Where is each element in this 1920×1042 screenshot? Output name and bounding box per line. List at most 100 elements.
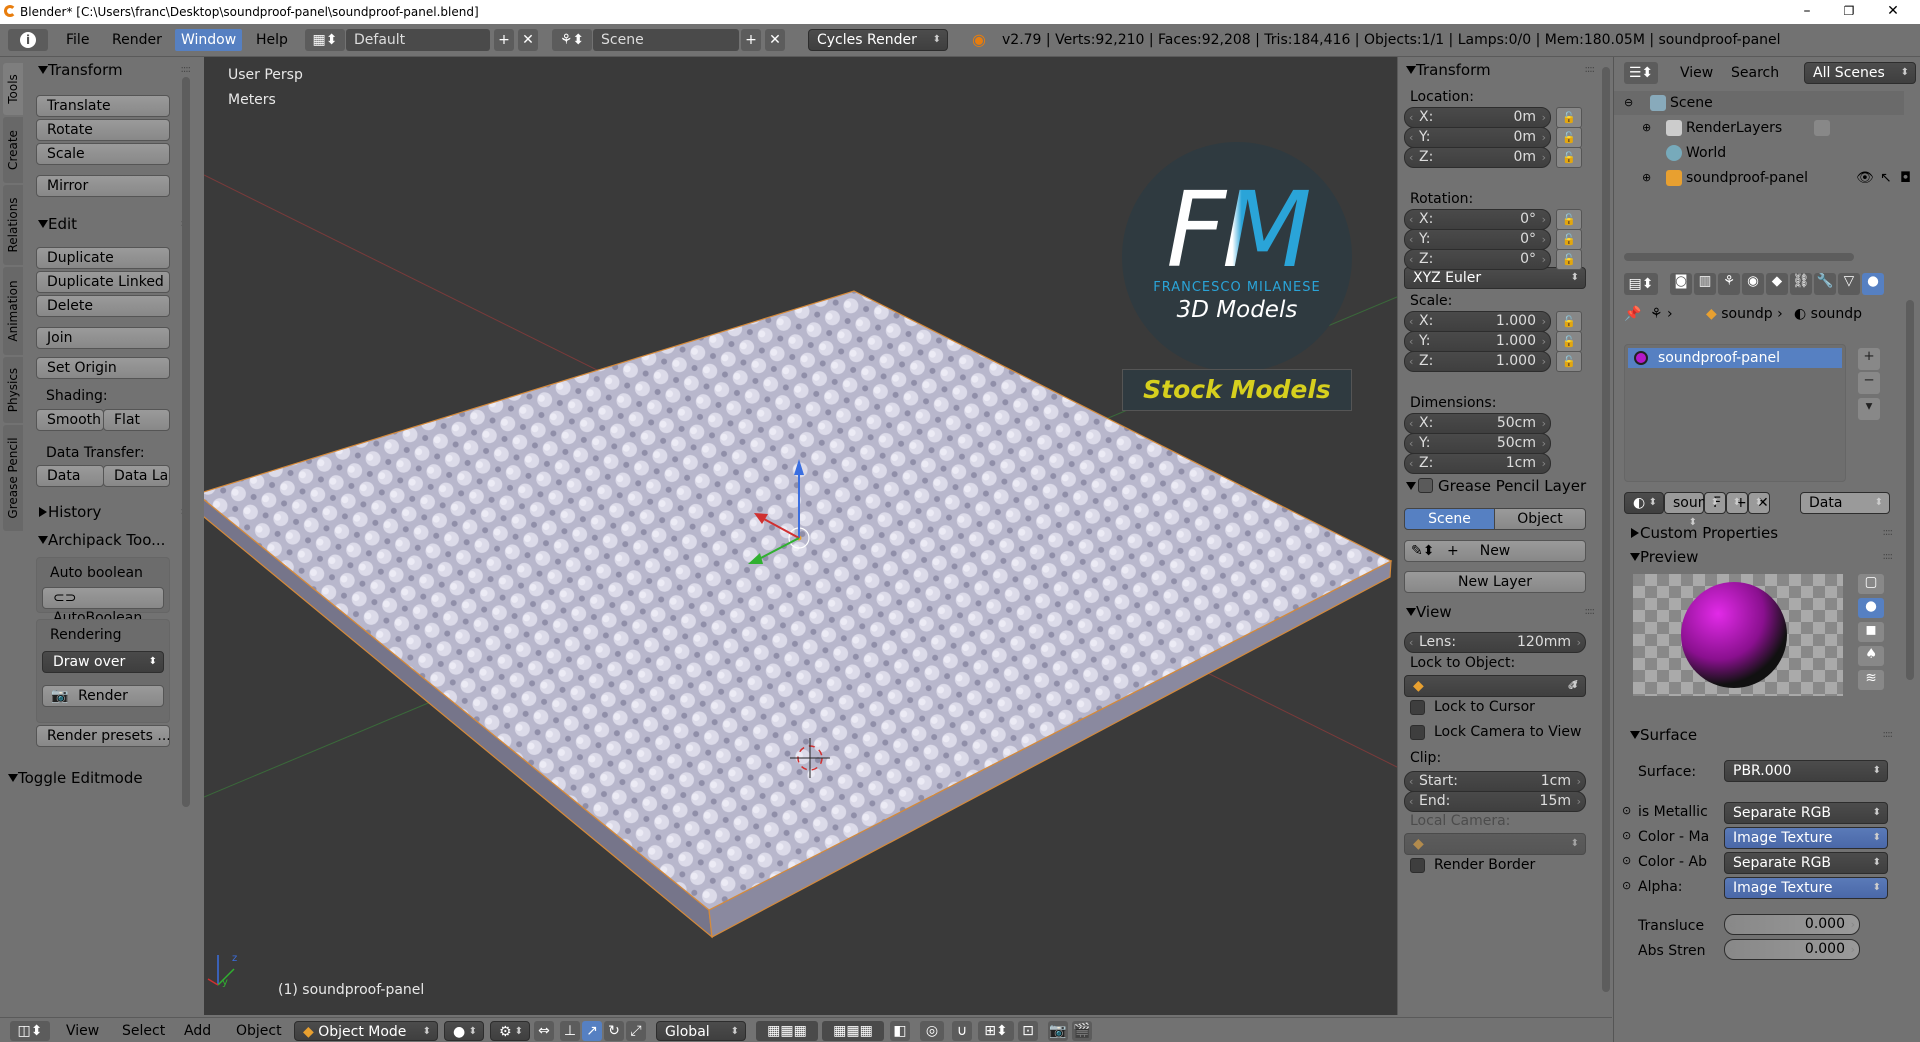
object-tab-icon[interactable]: ◆ xyxy=(1766,273,1788,295)
scene-tab-icon[interactable]: ⚘ xyxy=(1718,273,1740,295)
grease-pencil-header[interactable]: Grease Pencil Layer xyxy=(1404,475,1600,497)
socket-node-select[interactable]: Image Texture xyxy=(1724,877,1888,899)
dimensions-x-field[interactable]: X:50cm xyxy=(1404,413,1551,434)
toolshelf-scrollbar[interactable] xyxy=(182,77,190,807)
lens-field[interactable]: Lens:120mm xyxy=(1404,632,1586,653)
socket-link-icon[interactable]: ⊙ xyxy=(1622,854,1631,867)
panel-toggle-editmode[interactable]: Toggle Editmode xyxy=(6,767,196,789)
scale-z-lock-icon[interactable]: 🔓 xyxy=(1556,351,1582,372)
rotation-mode-select[interactable]: XYZ Euler xyxy=(1404,267,1586,289)
rotation-z-lock-icon[interactable]: 🔓 xyxy=(1556,249,1582,270)
menu-file[interactable]: File xyxy=(60,29,95,51)
render-engine-select[interactable]: Cycles Render xyxy=(808,29,948,51)
smooth-button[interactable]: Smooth xyxy=(36,409,104,431)
outliner-row-object[interactable]: ⊕ soundproof-panel 👁 ↖ ◘ xyxy=(1614,166,1911,190)
menu-view[interactable]: View xyxy=(66,1021,99,1041)
preview-flat-icon[interactable]: ▢ xyxy=(1858,574,1884,594)
data-tab-icon[interactable]: ▽ xyxy=(1838,273,1860,295)
auto-boolean-button[interactable]: ⊂⊃ AutoBoolean xyxy=(42,587,164,626)
preview-hair-icon[interactable]: ≋ xyxy=(1858,670,1884,690)
join-button[interactable]: Join xyxy=(36,327,170,349)
opengl-render-icon[interactable]: 📷 xyxy=(1048,1021,1068,1041)
add-scene-icon[interactable]: + xyxy=(741,29,761,51)
outliner-type-icon[interactable]: ☰⬍ xyxy=(1624,62,1658,84)
menu-help[interactable]: Help xyxy=(250,29,294,51)
duplicate-button[interactable]: Duplicate xyxy=(36,247,170,269)
location-z-field[interactable]: Z:0m xyxy=(1404,147,1551,168)
menu-object[interactable]: Object xyxy=(236,1021,282,1041)
editor-type-button[interactable]: i xyxy=(8,29,48,51)
socket-node-select[interactable]: Image Texture xyxy=(1724,827,1888,849)
properties-scrollbar[interactable] xyxy=(1906,300,1914,680)
translate-button[interactable]: Translate xyxy=(36,95,170,117)
scale-x-lock-icon[interactable]: 🔓 xyxy=(1556,311,1582,332)
rotation-z-field[interactable]: Z:0° xyxy=(1404,249,1551,270)
editor-type-3dview-icon[interactable]: ◫⬍ xyxy=(10,1021,50,1041)
data-layout-button[interactable]: Data La xyxy=(103,465,170,487)
rotate-manipulator-icon[interactable]: ↻ xyxy=(604,1021,624,1041)
outliner-search-menu[interactable]: Search xyxy=(1731,62,1779,84)
draw-over-select[interactable]: Draw over ⬍ xyxy=(42,651,164,673)
scale-manipulator-icon[interactable]: ⤢ xyxy=(626,1021,646,1041)
preview-sphere-icon[interactable]: ● xyxy=(1858,598,1884,618)
menu-render[interactable]: Render xyxy=(106,29,168,51)
tab-grease-pencil[interactable]: Grease Pencil xyxy=(3,425,23,531)
unlink-material-button[interactable]: ✕ xyxy=(1748,492,1770,514)
tab-animation[interactable]: Animation xyxy=(3,267,23,355)
panel-archipack-header[interactable]: Archipack Too... xyxy=(36,529,196,551)
rotation-y-field[interactable]: Y:0° xyxy=(1404,229,1551,250)
mode-select[interactable]: ◆ Object Mode xyxy=(294,1021,438,1042)
render-border-checkbox[interactable] xyxy=(1410,858,1425,873)
close-button[interactable]: ✕ xyxy=(1870,0,1916,24)
outliner-row-renderlayers[interactable]: ⊕ RenderLayers xyxy=(1614,116,1904,140)
properties-type-icon[interactable]: ▤⬍ xyxy=(1624,273,1658,295)
lock-object-field[interactable]: ◆ ✐ xyxy=(1404,675,1586,697)
maximize-button[interactable]: ❐ xyxy=(1826,0,1872,24)
render-camera-icon[interactable]: ◘ xyxy=(1900,166,1911,190)
preview-header[interactable]: Preview:::: xyxy=(1628,546,1898,568)
tab-create[interactable]: Create xyxy=(3,117,23,183)
new-material-button[interactable]: + xyxy=(1726,492,1748,514)
panel-history-header[interactable]: History:::: xyxy=(36,501,196,523)
material-tab-icon[interactable]: ● xyxy=(1862,273,1884,295)
layers-grid-1[interactable]: ▦▦▦ xyxy=(756,1021,818,1041)
flat-button[interactable]: Flat xyxy=(103,409,170,431)
outliner-hscrollbar[interactable] xyxy=(1624,253,1854,261)
local-camera-field[interactable]: ◆ xyxy=(1404,833,1586,855)
remove-slot-button[interactable]: − xyxy=(1858,372,1880,394)
outliner-filter-select[interactable]: All Scenes xyxy=(1804,62,1916,84)
grease-new-button[interactable]: ✎⬍ + New xyxy=(1404,540,1586,562)
location-x-lock-icon[interactable]: 🔓 xyxy=(1556,107,1582,128)
screen-layout-field[interactable]: Default xyxy=(346,29,490,51)
manipulator-axes-icon[interactable]: ⊥ xyxy=(560,1021,580,1041)
rotation-x-field[interactable]: X:0° xyxy=(1404,209,1551,230)
abs-strength-field[interactable]: 0.000 xyxy=(1724,939,1860,960)
material-name-field[interactable]: soun xyxy=(1664,492,1707,533)
render-tab-icon[interactable]: ◙ xyxy=(1670,273,1692,295)
remove-screen-icon[interactable]: ✕ xyxy=(518,29,538,51)
scale-x-field[interactable]: X:1.000 xyxy=(1404,311,1551,332)
add-screen-icon[interactable]: + xyxy=(494,29,514,51)
mirror-button[interactable]: Mirror xyxy=(36,175,170,197)
tab-relations[interactable]: Relations xyxy=(3,185,23,265)
lock-camera-checkbox[interactable] xyxy=(1410,725,1425,740)
scene-field[interactable]: Scene xyxy=(593,29,739,51)
snap-element-select[interactable]: ⊞⬍ xyxy=(978,1021,1014,1041)
minimize-button[interactable]: – xyxy=(1784,0,1830,24)
socket-node-select[interactable]: Separate RGB xyxy=(1724,852,1888,874)
rotation-x-lock-icon[interactable]: 🔓 xyxy=(1556,209,1582,230)
pin-icon[interactable]: 📌 xyxy=(1624,306,1641,322)
opengl-animation-icon[interactable]: 🎬 xyxy=(1072,1021,1092,1041)
socket-link-icon[interactable]: ⊙ xyxy=(1622,804,1631,817)
screen-layout-icon[interactable]: ▦⬍ xyxy=(305,29,345,51)
pivot-select[interactable]: ⚙ xyxy=(490,1021,530,1042)
outliner-view-menu[interactable]: View xyxy=(1680,62,1713,84)
outliner-row-scene[interactable]: ⊖ Scene xyxy=(1614,91,1904,115)
set-origin-select[interactable]: Set Origin xyxy=(36,357,170,379)
grease-scene-button[interactable]: Scene xyxy=(1404,508,1495,530)
npanel-scrollbar[interactable] xyxy=(1602,67,1610,992)
grease-pencil-checkbox[interactable] xyxy=(1418,478,1433,493)
viewport-shading-select[interactable]: ● xyxy=(444,1021,484,1042)
constraints-tab-icon[interactable]: ⛓ xyxy=(1790,273,1812,295)
visibility-eye-icon[interactable]: 👁 xyxy=(1856,166,1874,190)
